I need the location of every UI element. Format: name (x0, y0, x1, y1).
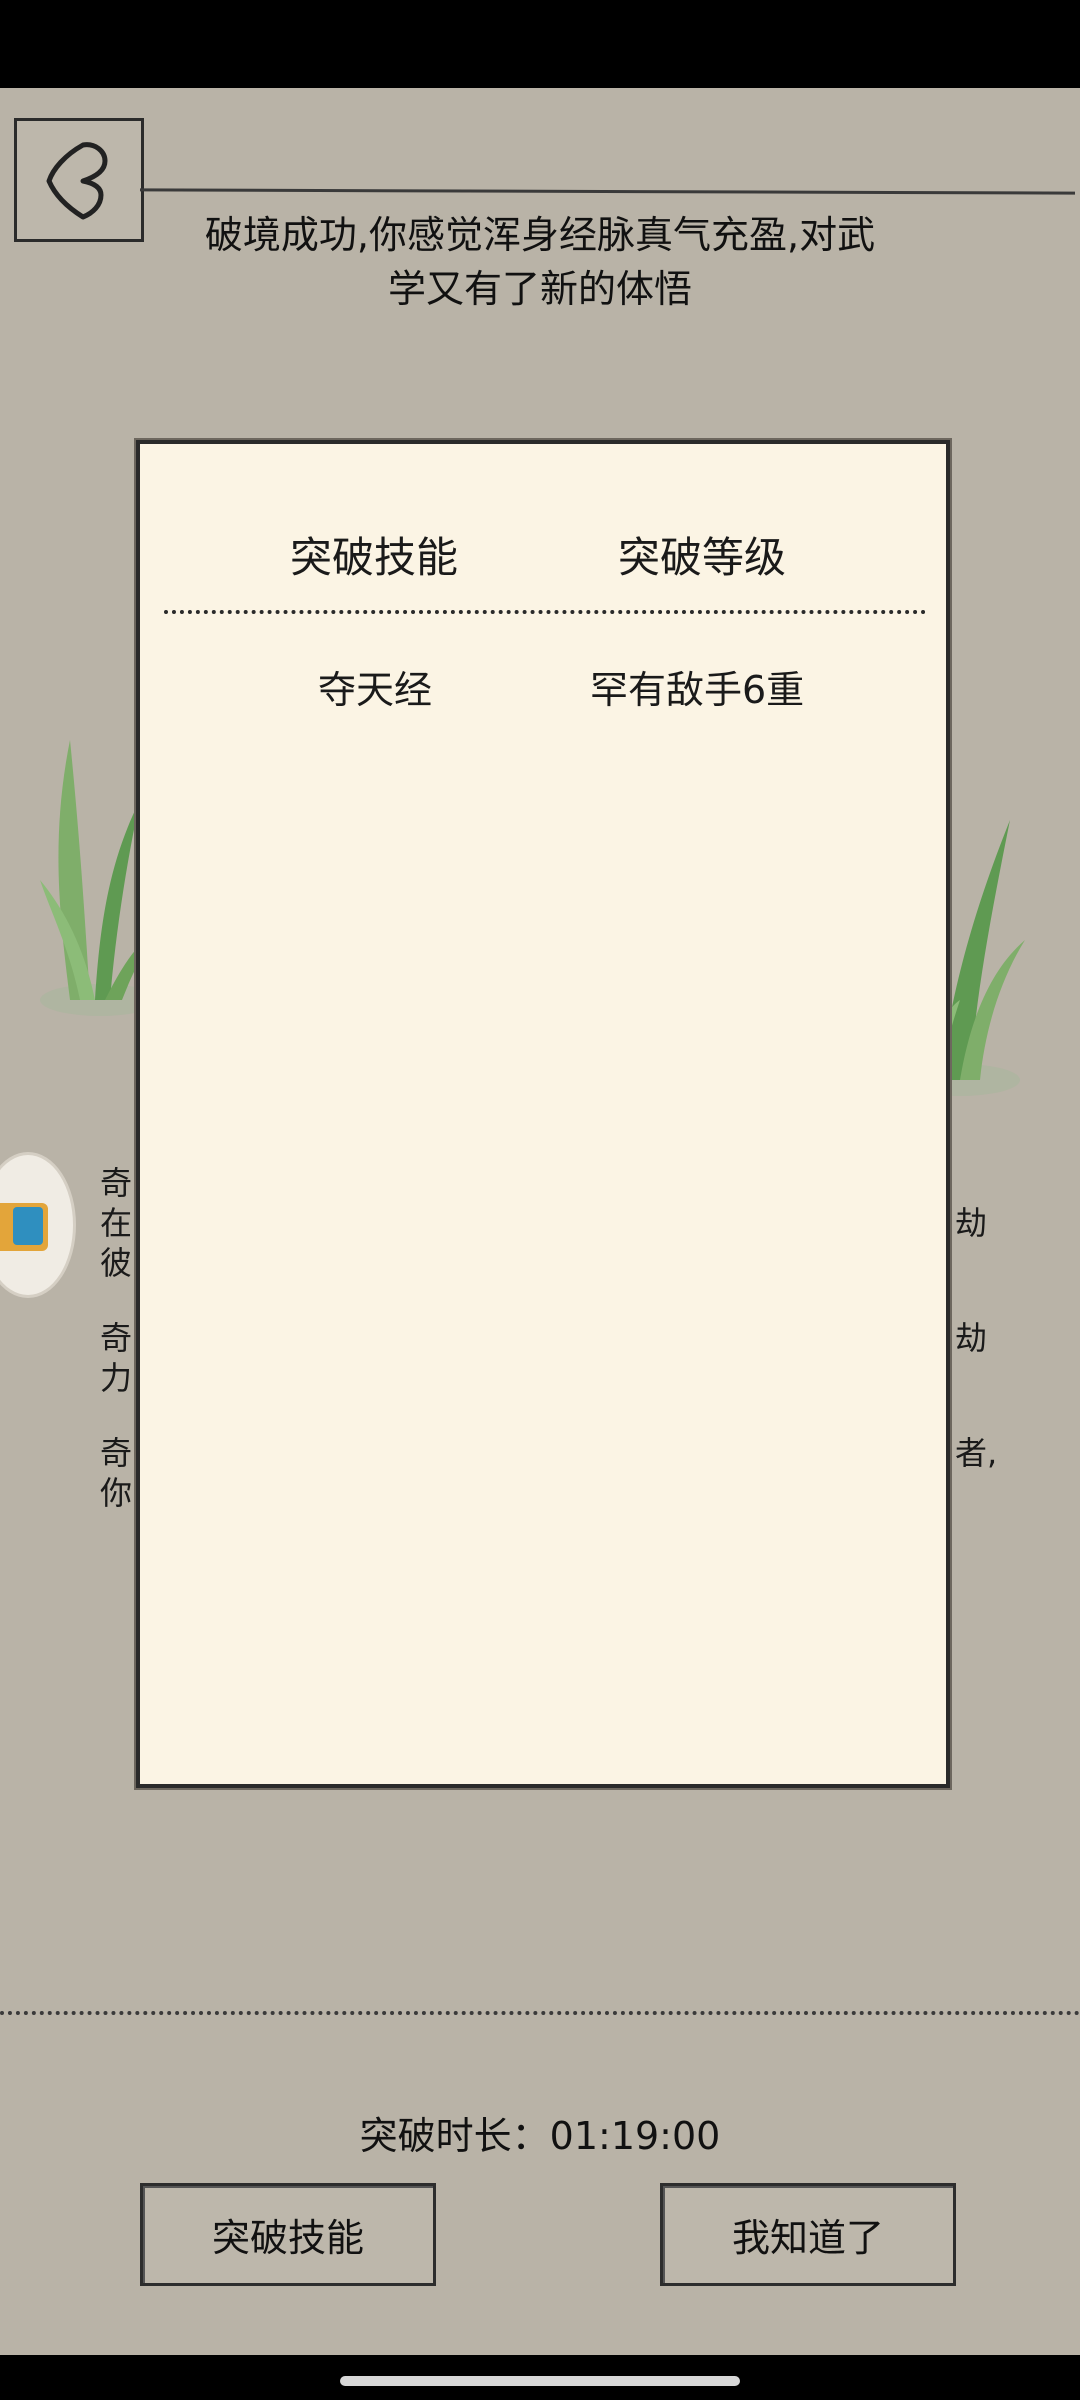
cell-level: 罕有敌手6重 (590, 668, 805, 712)
floating-avatar[interactable] (0, 1152, 76, 1298)
result-message: 破境成功,你感觉浑身经脉真气充盈,对武 学又有了新的体悟 (150, 208, 930, 316)
table-header: 突破技能 突破等级 (140, 524, 946, 584)
background-text: 奇 (100, 1164, 133, 1202)
back-button[interactable] (14, 118, 144, 242)
table-row: 夺天经 罕有敌手6重 (140, 659, 946, 712)
back-arrow-icon (46, 142, 108, 220)
cell-skill: 夺天经 (318, 668, 433, 712)
footer-divider (0, 2011, 1080, 2015)
avatar-shape (13, 1207, 43, 1245)
column-header-level: 突破等级 (618, 533, 787, 582)
background-text: 者, (955, 1434, 998, 1472)
background-text: 彼 (100, 1244, 133, 1282)
status-bar (0, 0, 1080, 88)
breakthrough-duration: 突破时长：01:19:00 (359, 2114, 721, 2158)
home-gesture-handle[interactable] (340, 2376, 740, 2386)
background-text: 劫 (955, 1319, 988, 1357)
background-text: 奇 (100, 1434, 133, 1472)
background-text: 劫 (955, 1204, 988, 1242)
breakthrough-result-panel: 突破技能 突破等级 夺天经 罕有敌手6重 (136, 440, 950, 1788)
background-text: 奇 (100, 1319, 133, 1357)
header-divider (139, 188, 1076, 195)
background-text: 你 (100, 1474, 133, 1512)
table-divider (164, 610, 926, 614)
column-header-skill: 突破技能 (290, 533, 459, 582)
background-text: 力 (100, 1359, 133, 1397)
result-message-line2: 学又有了新的体悟 (387, 267, 692, 311)
got-it-button[interactable]: 我知道了 (660, 2183, 956, 2286)
breakthrough-skill-button[interactable]: 突破技能 (140, 2183, 436, 2286)
result-message-line1: 破境成功,你感觉浑身经脉真气充盈,对武 (204, 213, 876, 257)
background-text: 在 (100, 1204, 133, 1242)
